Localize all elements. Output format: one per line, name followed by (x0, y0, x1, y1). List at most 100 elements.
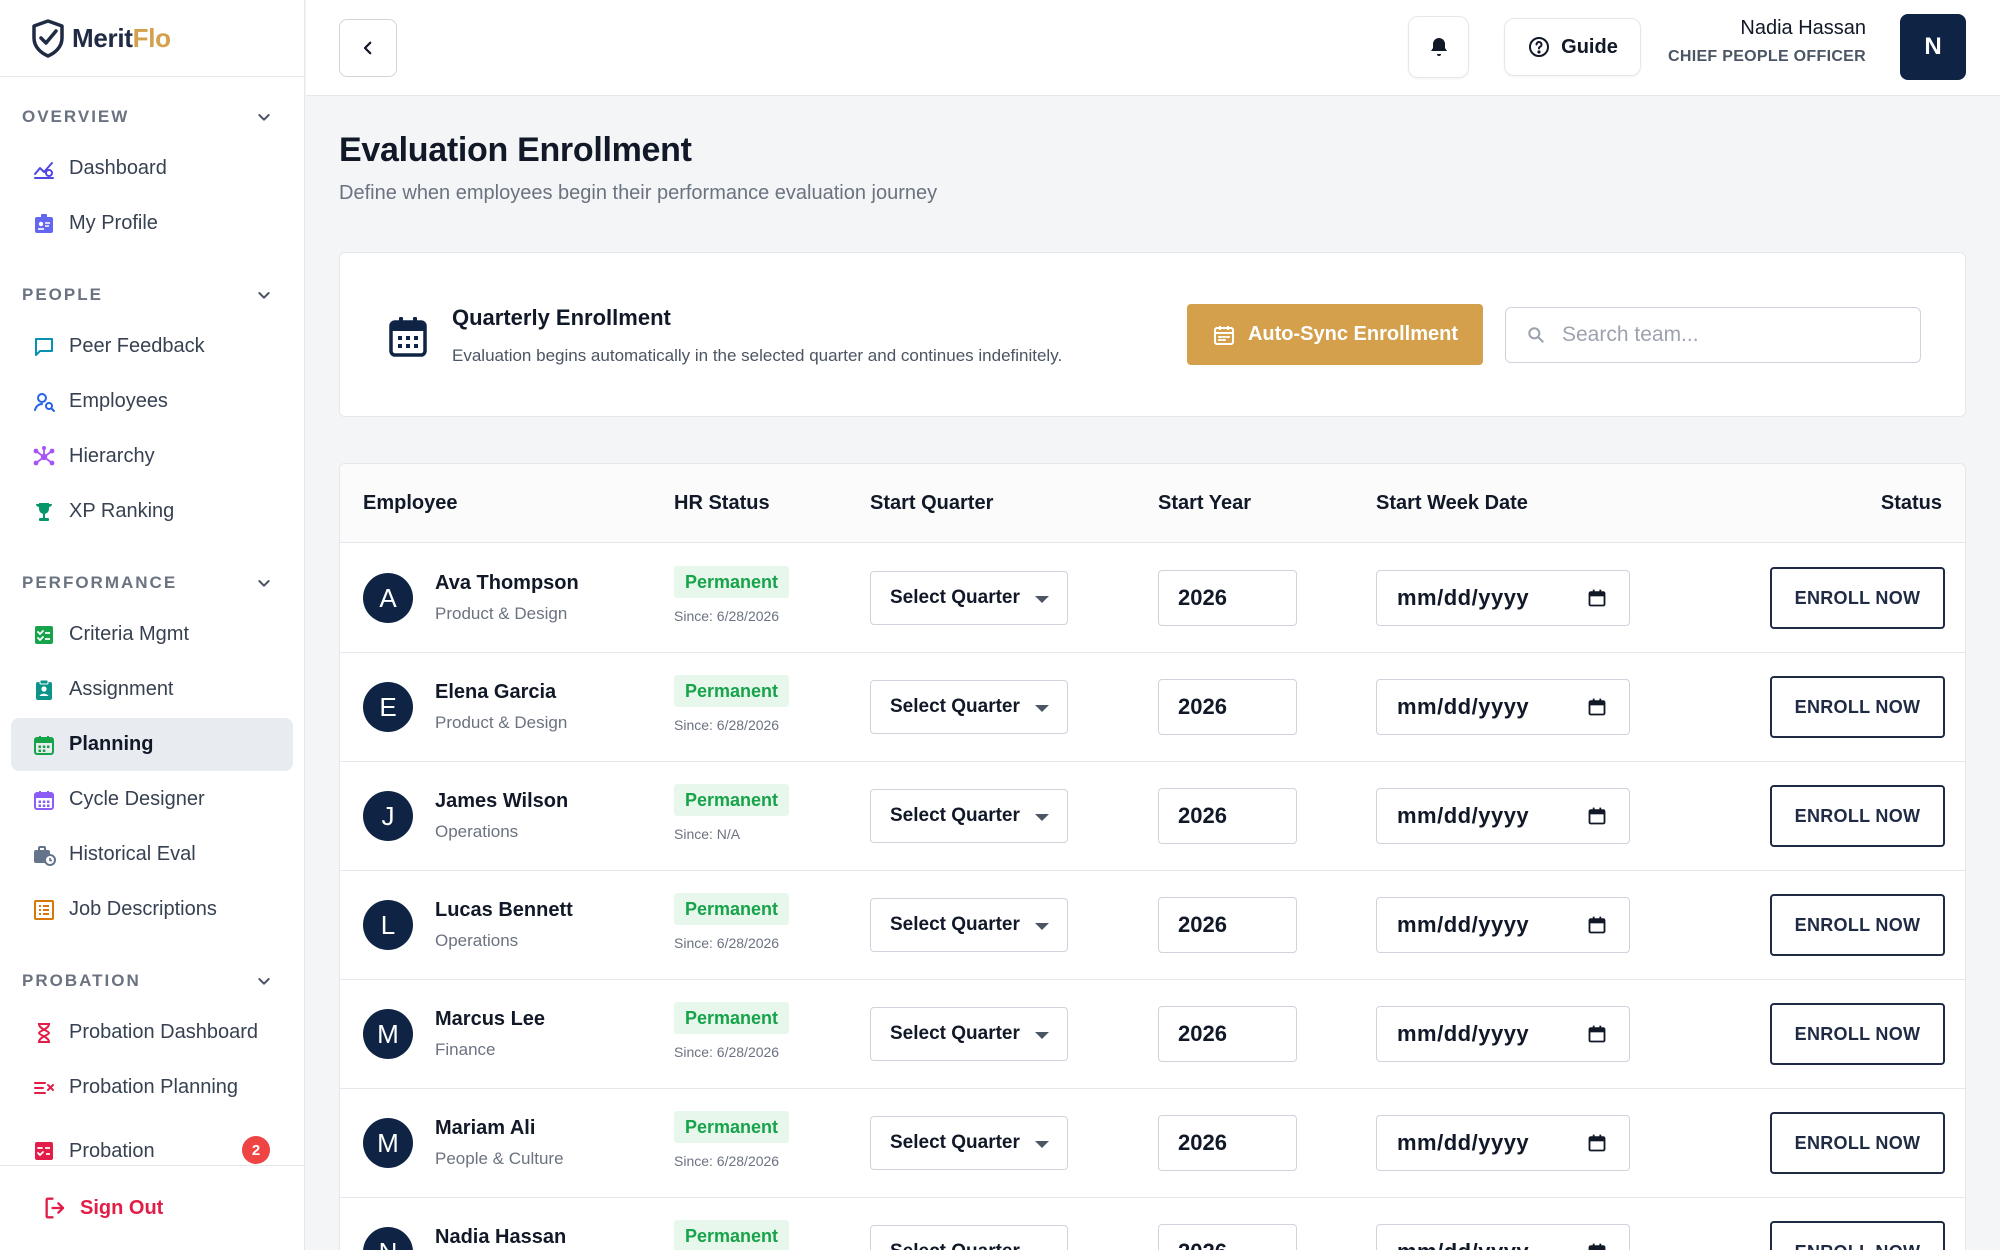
enroll-now-button[interactable]: ENROLL NOW (1770, 1112, 1945, 1174)
start-year-input[interactable]: 2026 (1158, 1115, 1297, 1171)
enroll-now-button[interactable]: ENROLL NOW (1770, 894, 1945, 956)
nav-section-probation[interactable]: PROBATION (0, 956, 304, 1006)
calendar-icon (1588, 698, 1606, 716)
sidebar-item-job-descriptions[interactable]: Job Descriptions (11, 883, 293, 936)
start-week-date-input[interactable]: mm/dd/yyyy (1376, 788, 1630, 844)
start-quarter-select[interactable]: Select Quarter (870, 680, 1068, 734)
table-row: E Elena Garcia Product & Design Permanent Si… (340, 653, 1965, 762)
hr-status-since: Since: 6/28/2026 (674, 1044, 780, 1060)
start-year-value: 2026 (1178, 912, 1227, 937)
start-year-input[interactable]: 2026 (1158, 897, 1297, 953)
notifications-button[interactable] (1408, 16, 1469, 78)
calendar-icon (389, 317, 427, 357)
sidebar-item-xp-ranking[interactable]: XP Ranking (11, 485, 293, 538)
user-avatar[interactable]: N (1900, 14, 1966, 80)
table-row: M Marcus Lee Finance Permanent Since: 6/28/2… (340, 980, 1965, 1089)
calendar-icon (1588, 1025, 1606, 1043)
hourglass-icon (31, 1020, 57, 1046)
sidebar-item-label: XP Ranking (69, 500, 175, 522)
start-week-date-input[interactable]: mm/dd/yyyy (1376, 679, 1630, 735)
quarterly-enrollment-card: Quarterly Enrollment Evaluation begins a… (339, 252, 1966, 417)
sidebar-item-probation-dashboard[interactable]: Probation Dashboard (11, 1006, 293, 1059)
start-quarter-value: Select Quarter (890, 1023, 1020, 1044)
sidebar-item-historical-eval[interactable]: Historical Eval (11, 828, 293, 881)
start-quarter-select[interactable]: Select Quarter (870, 1225, 1068, 1250)
start-year-input[interactable]: 2026 (1158, 788, 1297, 844)
hr-status-badge: Permanent (674, 1220, 790, 1250)
sign-out-button[interactable]: Sign Out (0, 1165, 304, 1250)
checklist-icon (31, 622, 57, 648)
start-quarter-select[interactable]: Select Quarter (870, 1007, 1068, 1061)
nav-section-people[interactable]: PEOPLE (0, 270, 304, 320)
start-quarter-select[interactable]: Select Quarter (870, 1116, 1068, 1170)
guide-button[interactable]: Guide (1504, 18, 1641, 76)
start-year-input[interactable]: 2026 (1158, 570, 1297, 626)
start-week-date-input[interactable]: mm/dd/yyyy (1376, 570, 1630, 626)
search-team-field[interactable] (1505, 307, 1921, 363)
nav-section-performance[interactable]: PERFORMANCE (0, 558, 304, 608)
sidebar-item-employees[interactable]: Employees (11, 375, 293, 428)
calendar-grid-icon (31, 787, 57, 813)
sidebar-item-cycle-designer[interactable]: Cycle Designer (11, 773, 293, 826)
sidebar-item-peer-feedback[interactable]: Peer Feedback (11, 320, 293, 373)
start-quarter-value: Select Quarter (890, 587, 1020, 608)
search-input[interactable] (1562, 323, 1902, 347)
enroll-now-button[interactable]: ENROLL NOW (1770, 1221, 1945, 1250)
start-week-date-value: mm/dd/yyyy (1397, 1239, 1529, 1250)
start-week-date-input[interactable]: mm/dd/yyyy (1376, 897, 1630, 953)
back-button[interactable] (339, 19, 397, 77)
chart-line-icon (31, 156, 57, 182)
employee-department: Operations (435, 931, 519, 950)
hr-status-badge: Permanent (674, 566, 790, 598)
sidebar: MeritFlo OVERVIEW Dashboard My Profile PEOP… (0, 0, 305, 1250)
hr-status-badge: Permanent (674, 675, 790, 707)
brand-name: MeritFlo (72, 22, 171, 53)
table-row: N Nadia Hassan Permanent Select Quarter 2026… (340, 1198, 1965, 1250)
auto-sync-enrollment-button[interactable]: Auto-Sync Enrollment (1187, 304, 1483, 365)
auto-sync-label: Auto-Sync Enrollment (1247, 323, 1458, 345)
user-role: CHIEF PEOPLE OFFICER (1667, 48, 1866, 65)
start-year-input[interactable]: 2026 (1158, 1224, 1297, 1250)
message-square-icon (31, 334, 57, 360)
sidebar-item-label: Hierarchy (69, 445, 155, 467)
enroll-now-button[interactable]: ENROLL NOW (1770, 785, 1945, 847)
enroll-now-button[interactable]: ENROLL NOW (1770, 567, 1945, 629)
start-week-date-input[interactable]: mm/dd/yyyy (1376, 1006, 1630, 1062)
sidebar-item-label: Employees (69, 390, 168, 412)
start-year-value: 2026 (1178, 1021, 1227, 1046)
help-circle-icon (1529, 37, 1550, 57)
sidebar-item-assignment[interactable]: Assignment (11, 663, 293, 716)
sidebar-item-probation-approvals[interactable]: Probation Approvals 2 (11, 1116, 293, 1165)
employee-department: Product & Design (435, 713, 568, 732)
hr-status-since: Since: 6/28/2026 (674, 717, 780, 733)
sidebar-item-criteria-mgmt[interactable]: Criteria Mgmt (11, 608, 293, 661)
start-week-date-input[interactable]: mm/dd/yyyy (1376, 1115, 1630, 1171)
start-quarter-select[interactable]: Select Quarter (870, 571, 1068, 625)
header-hr-status: HR Status (674, 492, 770, 514)
hr-status-badge: Permanent (674, 1111, 790, 1143)
nav-section-overview[interactable]: OVERVIEW (0, 92, 304, 142)
start-quarter-select[interactable]: Select Quarter (870, 898, 1068, 952)
enroll-now-button[interactable]: ENROLL NOW (1770, 676, 1945, 738)
network-icon (31, 444, 57, 470)
hr-status-since: Since: 6/28/2026 (674, 935, 780, 951)
hr-status-badge: Permanent (674, 1002, 790, 1034)
sidebar-item-hierarchy[interactable]: Hierarchy (11, 430, 293, 483)
start-quarter-select[interactable]: Select Quarter (870, 789, 1068, 843)
brand[interactable]: MeritFlo (0, 0, 304, 77)
calendar-icon (31, 732, 57, 758)
sidebar-item-label: Criteria Mgmt (69, 623, 190, 645)
sidebar-item-label: My Profile (69, 212, 158, 234)
start-year-value: 2026 (1178, 1239, 1227, 1250)
start-week-date-value: mm/dd/yyyy (1397, 1021, 1530, 1046)
start-year-input[interactable]: 2026 (1158, 1006, 1297, 1062)
sidebar-item-probation-planning[interactable]: Probation Planning (11, 1061, 293, 1114)
sidebar-item-my-profile[interactable]: My Profile (11, 197, 293, 250)
sidebar-item-dashboard[interactable]: Dashboard (11, 142, 293, 195)
sidebar-item-planning[interactable]: Planning (11, 718, 293, 771)
start-week-date-input[interactable]: mm/dd/yyyy (1376, 1224, 1630, 1250)
start-year-input[interactable]: 2026 (1158, 679, 1297, 735)
table-row: A Ava Thompson Product & Design Permanent Si… (340, 544, 1965, 653)
enroll-now-button[interactable]: ENROLL NOW (1770, 1003, 1945, 1065)
